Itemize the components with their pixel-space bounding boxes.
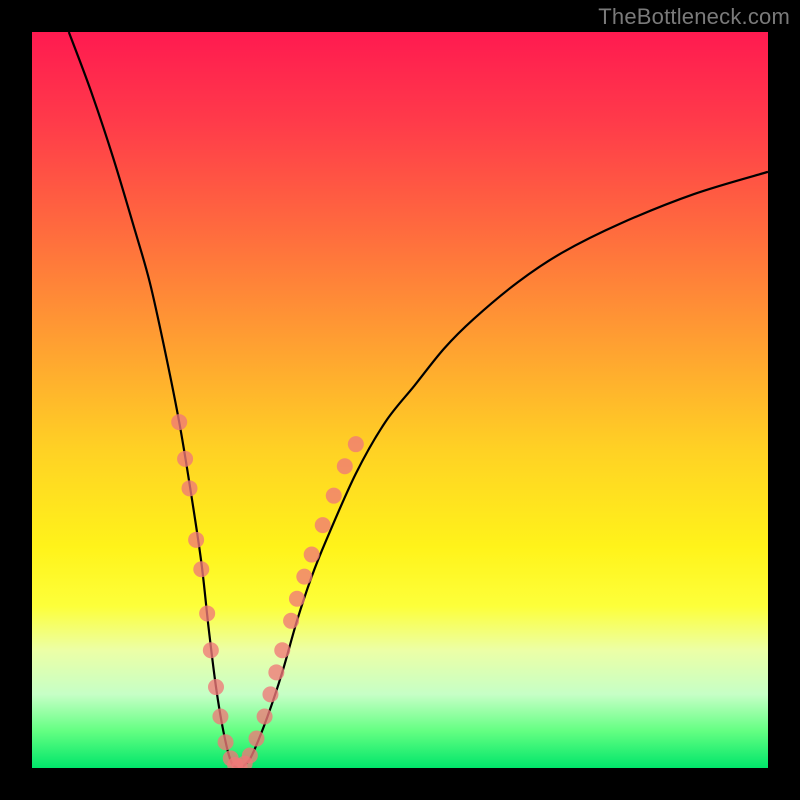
scatter-dot [283, 613, 299, 629]
bottleneck-curve [69, 32, 768, 768]
scatter-dot [171, 414, 187, 430]
chart-stage: TheBottleneck.com [0, 0, 800, 800]
scatter-dot [199, 605, 215, 621]
plot-area [32, 32, 768, 768]
scatter-dot [337, 458, 353, 474]
scatter-dot [212, 708, 228, 724]
scatter-dot [248, 731, 264, 747]
scatter-dot [203, 642, 219, 658]
scatter-dots [171, 414, 364, 768]
scatter-dot [188, 532, 204, 548]
scatter-dot [268, 664, 284, 680]
scatter-dot [304, 547, 320, 563]
scatter-dot [242, 747, 258, 763]
curve-layer [32, 32, 768, 768]
scatter-dot [193, 561, 209, 577]
scatter-dot [289, 591, 305, 607]
watermark-text: TheBottleneck.com [598, 4, 790, 30]
scatter-dot [218, 734, 234, 750]
scatter-dot [326, 488, 342, 504]
scatter-dot [177, 451, 193, 467]
scatter-dot [182, 480, 198, 496]
scatter-dot [262, 686, 278, 702]
scatter-dot [296, 569, 312, 585]
scatter-dot [257, 708, 273, 724]
scatter-dot [274, 642, 290, 658]
scatter-dot [348, 436, 364, 452]
scatter-dot [315, 517, 331, 533]
scatter-dot [208, 679, 224, 695]
